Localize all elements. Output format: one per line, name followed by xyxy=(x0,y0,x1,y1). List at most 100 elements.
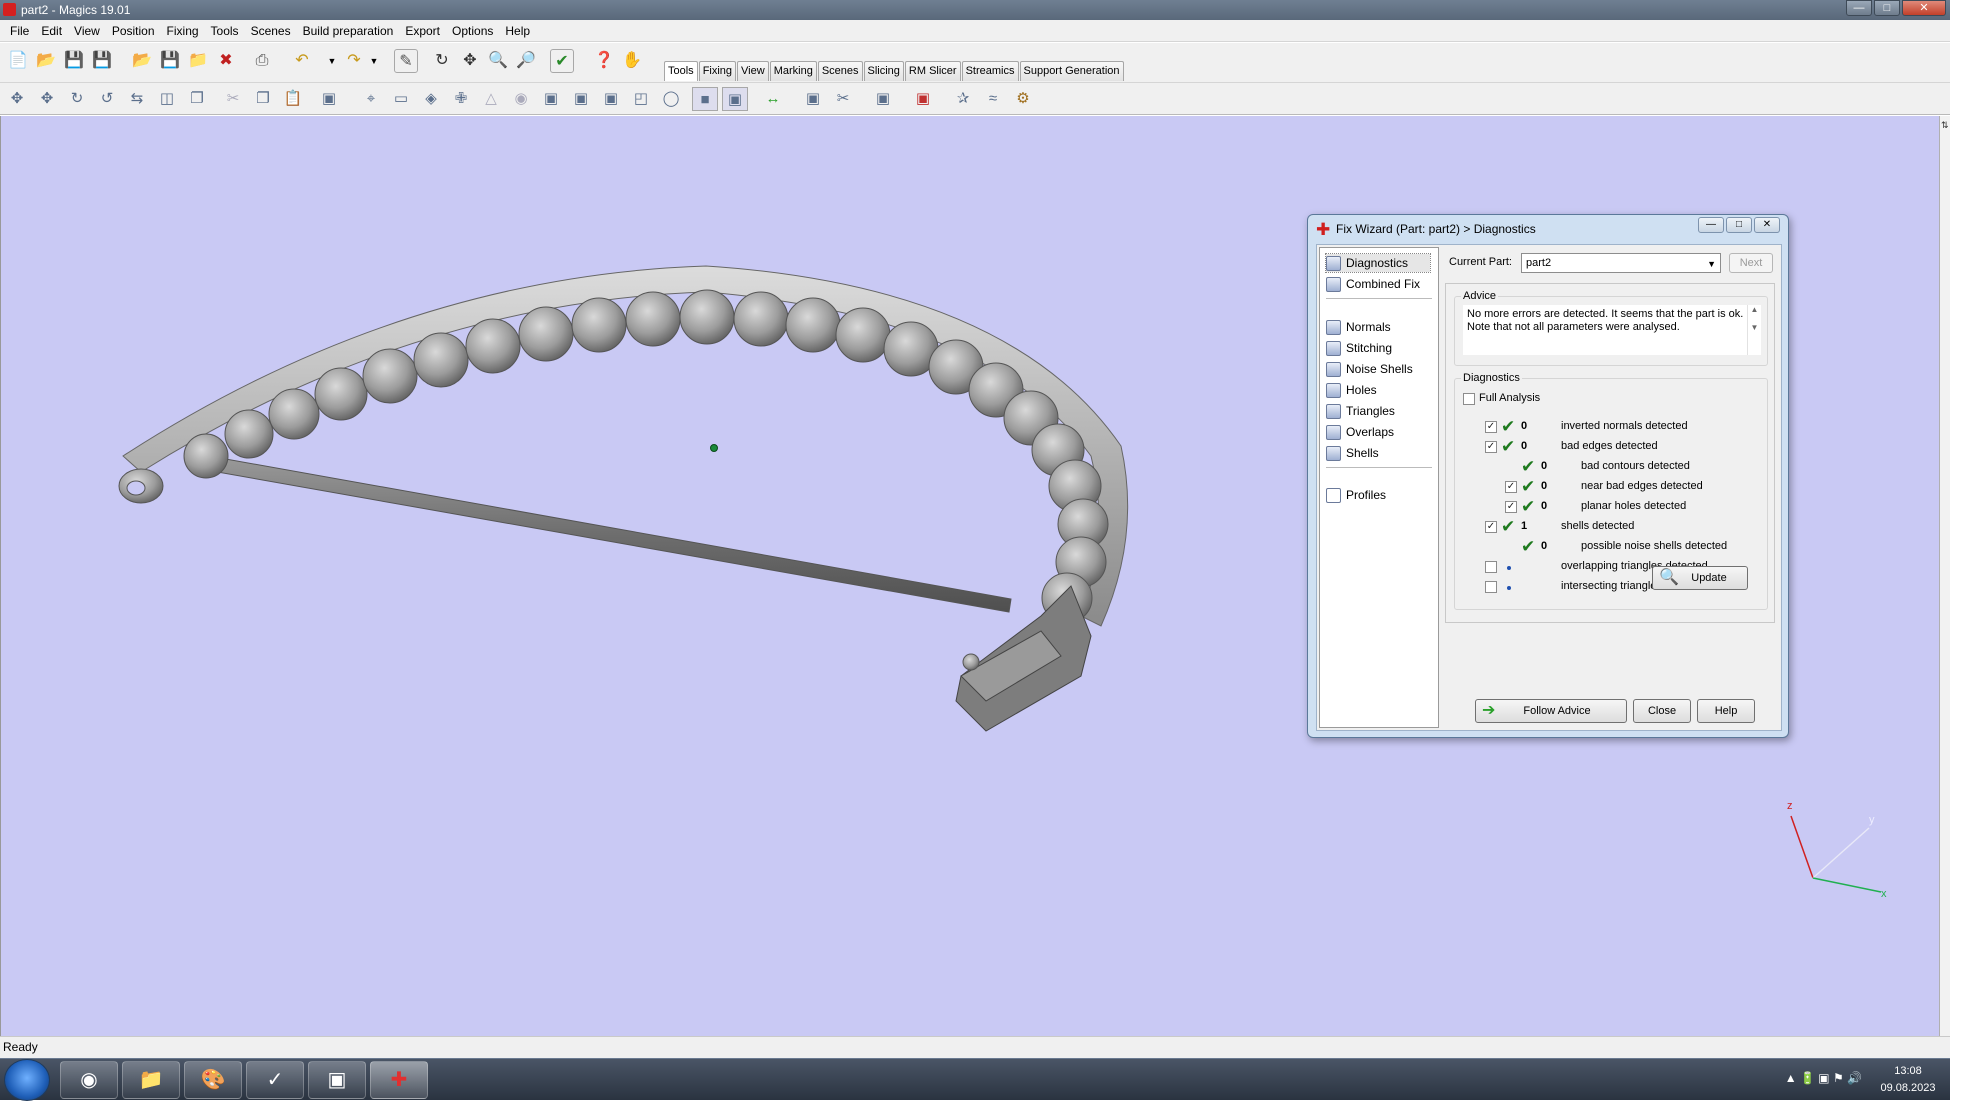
redo-icon[interactable]: ↷ xyxy=(342,49,366,73)
side-view-icon[interactable]: ▣ xyxy=(598,87,624,111)
nav-normals[interactable]: Normals xyxy=(1326,318,1391,336)
nav-holes[interactable]: Holes xyxy=(1326,381,1377,399)
advice-scrollbar[interactable]: ▲ ▼ xyxy=(1747,305,1761,355)
tray-icons[interactable]: ▲ 🔋 ▣ ⚑ 🔊 xyxy=(1785,1071,1862,1085)
near-bad-edges-checkbox[interactable]: ✓ xyxy=(1505,481,1517,493)
open-folder-icon[interactable]: 📂 xyxy=(34,49,58,73)
nav-profiles[interactable]: Profiles xyxy=(1326,486,1386,504)
nav-stitching[interactable]: Stitching xyxy=(1326,339,1392,357)
copy-icon[interactable]: ❐ xyxy=(250,87,276,111)
follow-advice-button[interactable]: ➔ Follow Advice xyxy=(1475,699,1627,723)
mirror-part-icon[interactable]: ⇆ xyxy=(124,87,150,111)
tab-tools[interactable]: Tools xyxy=(664,61,698,81)
undo-dropdown-icon[interactable]: ▼ xyxy=(326,49,338,73)
nest-parts-icon[interactable]: ⚙ xyxy=(1010,87,1036,111)
start-button[interactable] xyxy=(4,1059,50,1101)
dialog-maximize-button[interactable]: □ xyxy=(1726,217,1752,233)
wireframe-view-icon[interactable]: ■ xyxy=(692,87,718,111)
scale-part-icon[interactable]: ◫ xyxy=(154,87,180,111)
print-icon[interactable]: ⎙ xyxy=(250,49,274,73)
align-parts-icon[interactable]: ↔ xyxy=(760,87,786,111)
3d-viewport[interactable]: z y x 0 1 2 3 4 5 6 7 8 9 10 cm ✚ Fix xyxy=(0,116,1939,1036)
viewport-side-bar[interactable]: ⇅ xyxy=(1939,116,1950,1036)
update-button[interactable]: 🔍 Update xyxy=(1652,566,1748,590)
dialog-minimize-button[interactable]: — xyxy=(1698,217,1724,233)
overlapping-triangles-checkbox[interactable] xyxy=(1485,561,1497,573)
planar-holes-checkbox[interactable]: ✓ xyxy=(1505,501,1517,513)
bad-edges-checkbox[interactable]: ✓ xyxy=(1485,441,1497,453)
tab-slicing[interactable]: Slicing xyxy=(863,61,904,81)
close-window-button[interactable]: ✕ xyxy=(1902,0,1946,16)
back-view-icon[interactable]: ▣ xyxy=(568,87,594,111)
wrap-part-icon[interactable]: ✰ xyxy=(950,87,976,111)
tab-support-generation[interactable]: Support Generation xyxy=(1019,61,1124,81)
color-view-icon[interactable]: ◉ xyxy=(508,87,534,111)
menu-tools[interactable]: Tools xyxy=(205,20,245,42)
save-part-icon[interactable]: 💾 xyxy=(158,49,182,73)
full-analysis-checkbox[interactable] xyxy=(1463,393,1475,405)
rotate-part-icon[interactable]: ↻ xyxy=(64,87,90,111)
nav-triangles[interactable]: Triangles xyxy=(1326,402,1395,420)
explorer-taskbar-icon[interactable]: 📁 xyxy=(122,1061,180,1099)
fix-wizard-icon[interactable]: ✔ xyxy=(550,49,574,73)
paint-taskbar-icon[interactable]: 🎨 xyxy=(184,1061,242,1099)
offset-part-icon[interactable]: ◰ xyxy=(628,87,654,111)
nav-diagnostics[interactable]: Diagnostics xyxy=(1325,253,1431,273)
shells-checkbox[interactable]: ✓ xyxy=(1485,521,1497,533)
cut-punch-icon[interactable]: ✂ xyxy=(830,87,856,111)
menu-fixing[interactable]: Fixing xyxy=(161,20,205,42)
nav-overlaps[interactable]: Overlaps xyxy=(1326,423,1394,441)
pin-icon[interactable]: ⇅ xyxy=(1941,120,1949,131)
minimize-button[interactable]: — xyxy=(1846,0,1872,16)
pan-view-icon[interactable]: ✥ xyxy=(458,49,482,73)
select-part-icon[interactable]: ✎ xyxy=(394,49,418,73)
clock[interactable]: 13:08 09.08.2023 xyxy=(1876,1063,1940,1097)
unload-part-icon[interactable]: ✖ xyxy=(214,49,238,73)
vb-taskbar-icon[interactable]: ✓ xyxy=(246,1061,304,1099)
rotate-view-icon[interactable]: ↻ xyxy=(430,49,454,73)
close-button[interactable]: Close xyxy=(1633,699,1691,723)
redo-dropdown-icon[interactable]: ▼ xyxy=(368,49,380,73)
boolean-icon[interactable]: ▣ xyxy=(800,87,826,111)
menu-position[interactable]: Position xyxy=(106,20,161,42)
menu-edit[interactable]: Edit xyxy=(35,20,68,42)
menu-export[interactable]: Export xyxy=(399,20,446,42)
cut-icon[interactable]: ✂ xyxy=(220,87,246,111)
tab-fixing[interactable]: Fixing xyxy=(698,61,737,81)
whats-this-icon[interactable]: ✋ xyxy=(620,49,644,73)
current-part-select[interactable]: part2 ▼ xyxy=(1521,253,1721,273)
chrome-taskbar-icon[interactable]: ◉ xyxy=(60,1061,118,1099)
label-icon[interactable]: ▣ xyxy=(870,87,896,111)
zoom-window-icon[interactable]: 🔎 xyxy=(514,49,538,73)
menu-build-preparation[interactable]: Build preparation xyxy=(297,20,400,42)
translate-to-default-icon[interactable]: ✥ xyxy=(34,87,60,111)
menu-scenes[interactable]: Scenes xyxy=(245,20,297,42)
menu-view[interactable]: View xyxy=(68,20,106,42)
save-icon[interactable]: 💾 xyxy=(62,49,86,73)
smoothing-icon[interactable]: ≈ xyxy=(980,87,1006,111)
zoom-icon[interactable]: 🔍 xyxy=(486,49,510,73)
menu-file[interactable]: File xyxy=(4,20,35,42)
menu-options[interactable]: Options xyxy=(446,20,499,42)
tab-scenes[interactable]: Scenes xyxy=(817,61,863,81)
full-shade-view-icon[interactable]: ▣ xyxy=(722,87,748,111)
nav-combined-fix[interactable]: Combined Fix xyxy=(1326,275,1420,293)
hollow-part-icon[interactable]: ◯ xyxy=(658,87,684,111)
tab-view[interactable]: View xyxy=(737,61,769,81)
inverted-normals-checkbox[interactable]: ✓ xyxy=(1485,421,1497,433)
save-all-icon[interactable]: 💾 xyxy=(90,49,114,73)
measure-icon[interactable]: ⌖ xyxy=(358,87,384,111)
tab-streamics[interactable]: Streamics xyxy=(961,61,1019,81)
help-button[interactable]: Help xyxy=(1697,699,1755,723)
triangle-view-icon[interactable]: △ xyxy=(478,87,504,111)
next-button[interactable]: Next xyxy=(1729,253,1773,273)
menu-help[interactable]: Help xyxy=(499,20,536,42)
tab-marking[interactable]: Marking xyxy=(769,61,817,81)
front-view-icon[interactable]: ▣ xyxy=(538,87,564,111)
shaded-view-icon[interactable]: ◈ xyxy=(418,87,444,111)
dialog-close-x-button[interactable]: ✕ xyxy=(1754,217,1780,233)
window-taskbar-icon[interactable]: ▣ xyxy=(308,1061,366,1099)
nav-shells[interactable]: Shells xyxy=(1326,444,1379,462)
undo-icon[interactable]: ↶ xyxy=(290,49,314,73)
new-file-icon[interactable]: 📄 xyxy=(6,49,30,73)
